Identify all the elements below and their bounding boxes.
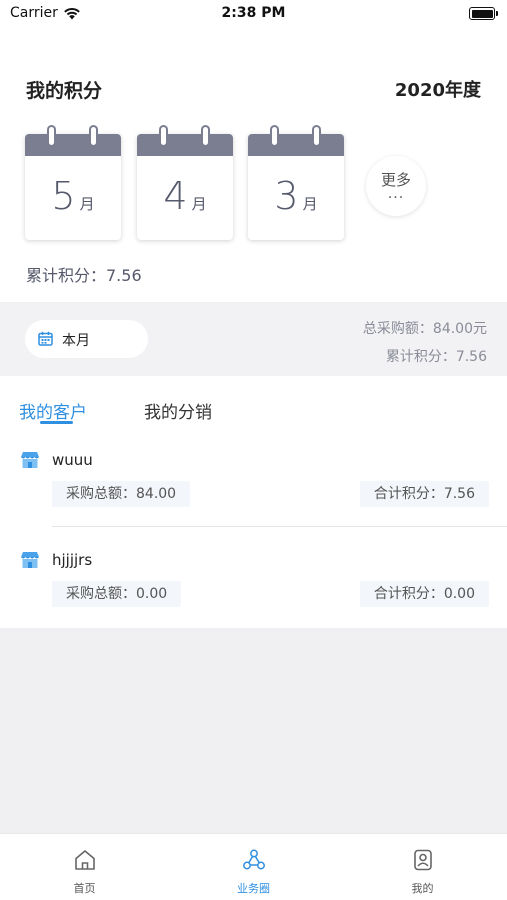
purchase-total: 采购总额：0.00 [52,581,182,607]
status-time: 2:38 PM [221,5,286,21]
month-card-2[interactable]: 4月 [137,125,233,240]
total-points: 累计积分：7.56 [385,349,487,365]
store-icon [21,552,39,568]
month-filter-button[interactable]: 本月 [25,320,148,358]
calendar-ring-icon [89,125,98,147]
points-section: 我的积分 2020年度 5月 4月 3月 更多 ... 累计积分：7.56 [0,28,507,302]
calendar-ring-icon [312,125,321,147]
month-unit: 月 [191,195,207,213]
list-item[interactable]: hjjjjrs 采购总额：0.00 合计积分：0.00 [0,551,507,651]
calendar-ring-icon [159,125,168,147]
list-item[interactable]: wuuu 采购总额：84.00 合计积分：7.56 [0,451,507,551]
filter-bar: 本月 总采购额：84.00元 累计积分：7.56 [0,302,507,376]
month-unit: 月 [79,195,95,213]
month-filter-label: 本月 [62,333,90,349]
store-icon [21,452,39,468]
status-bar: Carrier 2:38 PM [0,0,507,28]
divider [52,526,507,527]
business-circle-icon [243,849,265,870]
calendar-header [137,134,233,156]
calendar-header [25,134,121,156]
customer-name: wuuu [52,451,93,469]
tab-home-label: 首页 [73,882,96,895]
bottom-tab-bar: 首页 业务圈 我的 [0,833,507,900]
total-purchase: 总采购额：84.00元 [362,321,487,337]
more-dots: ... [387,186,405,202]
customer-list-section: 我的客户 我的分销 wuuu 采购总额：84.00 合计积分：7.56 hjjj… [0,376,507,628]
customer-name: hjjjjrs [52,551,93,569]
calendar-ring-icon [201,125,210,147]
month-value: 4月 [137,174,233,218]
tab-my-distribution[interactable]: 我的分销 [144,398,212,423]
tab-home[interactable]: 首页 [0,834,169,900]
more-months-button[interactable]: 更多 ... [366,156,426,216]
month-card-3[interactable]: 3月 [248,125,344,240]
tab-business-circle-label: 业务圈 [237,882,270,895]
active-tab-indicator [40,421,73,424]
calendar-header [248,134,344,156]
points-total: 合计积分：0.00 [359,581,489,607]
totals-summary: 总采购额：84.00元 累计积分：7.56 [363,315,487,371]
battery-icon [469,7,498,20]
accumulated-points: 累计积分：7.56 [26,266,142,285]
profile-icon [414,849,432,871]
month-value: 5月 [25,174,121,218]
calendar-ring-icon [270,125,279,147]
points-total: 合计积分：7.56 [359,481,489,507]
month-number: 5 [51,174,76,218]
purchase-total: 采购总额：84.00 [52,481,191,507]
month-card-1[interactable]: 5月 [25,125,121,240]
month-unit: 月 [302,195,318,213]
tab-profile[interactable]: 我的 [338,834,507,900]
year-selector[interactable]: 2020年度 [395,76,481,102]
month-value: 3月 [248,174,344,218]
tab-business-circle[interactable]: 业务圈 [169,834,338,900]
page-title: 我的积分 [26,80,103,102]
calendar-icon [38,331,53,346]
tab-my-customers[interactable]: 我的客户 [19,398,87,423]
home-icon [75,850,95,870]
tab-profile-label: 我的 [411,882,434,895]
calendar-ring-icon [47,125,56,147]
month-number: 3 [274,174,299,218]
month-number: 4 [163,174,188,218]
